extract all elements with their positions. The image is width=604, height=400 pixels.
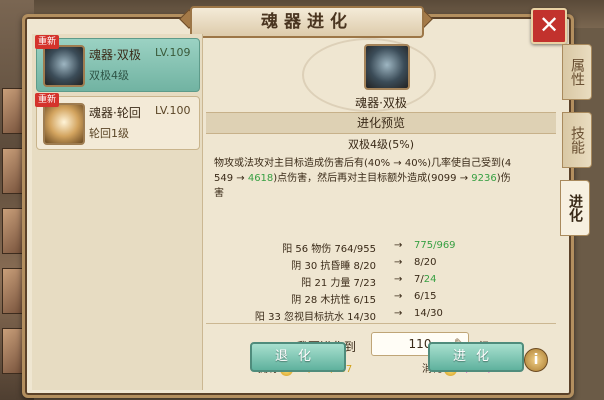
stat-current: 阳 21 力量 7/23 bbox=[301, 278, 376, 289]
desc-text: )伤 bbox=[496, 173, 511, 184]
preview-header: 进化预览 bbox=[206, 112, 556, 134]
stat-current: 阳 56 物伤 764/955 bbox=[282, 244, 376, 255]
evolve-button[interactable]: 进化 bbox=[428, 342, 524, 372]
item-name: 魂器·双极 bbox=[89, 48, 141, 62]
stat-row: 阴 30 抗昏睡 8/20 → 8/20 bbox=[206, 257, 556, 274]
stat-next: 6/15 bbox=[414, 291, 437, 302]
effect-description: 物攻或法攻对主目标造成伤害后有(40% → 40%)几率使自己受到(4 549 … bbox=[214, 156, 554, 201]
status-badge: 重新 bbox=[35, 93, 60, 107]
level-progress: 双极4级(5%) bbox=[347, 138, 415, 151]
desc-text: 549 → bbox=[214, 173, 248, 184]
stat-row: 阳 21 力量 7/23 → 7/24 bbox=[206, 274, 556, 291]
preview-label: 进化预览 bbox=[356, 116, 405, 130]
tab-attributes[interactable]: 属性 bbox=[562, 44, 592, 100]
stat-list: 阳 56 物伤 764/955 → 775/969 阴 30 抗昏睡 8/20 … bbox=[206, 240, 556, 325]
stat-next: 7/24 bbox=[414, 274, 437, 285]
arrow-icon: → bbox=[394, 257, 403, 268]
item-name: 魂器·轮回 bbox=[89, 106, 141, 120]
detail-item-name: 魂器·双极 bbox=[355, 96, 407, 110]
stat-current: 阴 28 木抗性 6/15 bbox=[291, 295, 376, 306]
arrow-icon: → bbox=[394, 240, 403, 251]
soul-artifact-list: 重新 魂器·双极 LV.109 双极4级 重新 魂器·轮回 LV.100 轮回1… bbox=[32, 34, 203, 390]
list-item[interactable]: 重新 魂器·轮回 LV.100 轮回1级 bbox=[35, 93, 200, 150]
tab-skills[interactable]: 技能 bbox=[562, 112, 592, 168]
stat-next: 775/969 bbox=[414, 240, 456, 251]
info-icon[interactable]: i bbox=[524, 348, 548, 372]
desc-value: 9236 bbox=[471, 173, 497, 184]
stat-current: 阳 33 忽视目标抗水 14/30 bbox=[254, 312, 376, 323]
stat-next: 8/20 bbox=[414, 257, 437, 268]
downgrade-button[interactable]: 退化 bbox=[250, 342, 346, 372]
item-level: LV.109 bbox=[155, 46, 191, 59]
stat-row: 阴 28 木抗性 6/15 → 6/15 bbox=[206, 291, 556, 308]
item-sub: 轮回1级 bbox=[89, 127, 129, 140]
stat-next: 14/30 bbox=[414, 308, 443, 319]
stat-row: 阳 56 物伤 764/955 → 775/969 bbox=[206, 240, 556, 257]
desc-text: )点伤害，然后再对主目标额外造成(9099 → bbox=[273, 173, 472, 184]
desc-value: 4618 bbox=[247, 173, 274, 184]
divider bbox=[206, 323, 556, 324]
tab-evolution[interactable]: 进化 bbox=[560, 180, 590, 236]
artifact-icon bbox=[43, 103, 85, 145]
item-level: LV.100 bbox=[155, 104, 191, 117]
desc-text: 物攻或法攻对主目标造成伤害后有(40% → 40%)几率使自己受到(4 bbox=[214, 158, 512, 169]
arrow-icon: → bbox=[394, 274, 403, 285]
artifact-icon-large bbox=[364, 44, 410, 90]
desc-text: 害 bbox=[214, 188, 224, 199]
list-item[interactable]: 重新 魂器·双极 LV.109 双极4级 bbox=[35, 35, 200, 92]
stat-current: 阴 30 抗昏睡 8/20 bbox=[291, 261, 376, 272]
artifact-icon bbox=[43, 45, 85, 87]
arrow-icon: → bbox=[394, 291, 403, 302]
item-sub: 双极4级 bbox=[89, 69, 129, 82]
arrow-icon: → bbox=[394, 308, 403, 319]
status-badge: 重新 bbox=[35, 35, 60, 49]
evolution-detail: 魂器·双极 进化预览 双极4级(5%) 物攻或法攻对主目标造成伤害后有(40% … bbox=[206, 34, 556, 390]
